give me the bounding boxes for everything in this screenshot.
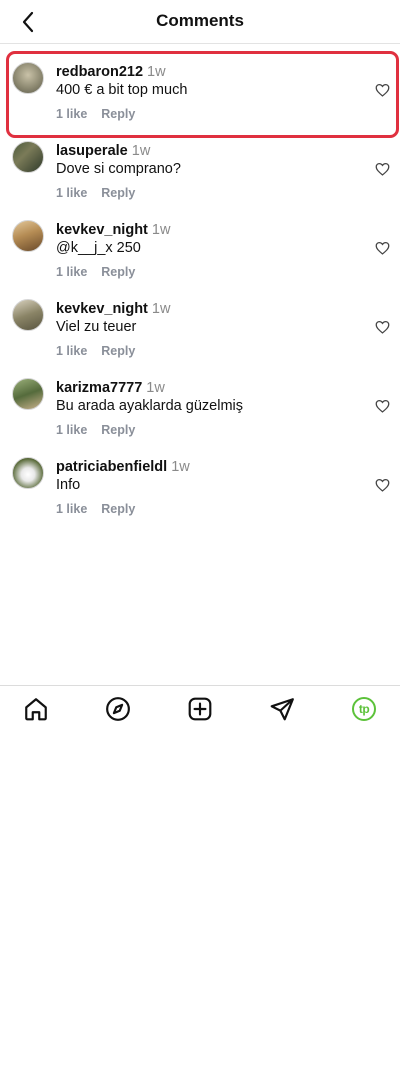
comment-header: kevkev_night 1w [56, 301, 170, 317]
comment-meta: 1 like Reply [56, 423, 135, 437]
comment-item: patriciabenfieldl 1w Info 1 like Reply [0, 439, 400, 518]
like-count[interactable]: 1 like [56, 344, 87, 358]
avatar[interactable] [12, 378, 44, 410]
comment-meta: 1 like Reply [56, 344, 135, 358]
comment-item: kevkev_night 1w Viel zu teuer 1 like Reply [0, 281, 400, 360]
heart-icon [375, 241, 389, 255]
comment-meta: 1 like Reply [56, 502, 135, 516]
timestamp: 1w [146, 380, 165, 396]
compass-icon [106, 697, 130, 721]
avatar[interactable] [12, 220, 44, 252]
comment-header: karizma7777 1w [56, 380, 165, 396]
heart-icon [375, 320, 389, 334]
comment-item: karizma7777 1w Bu arada ayaklarda güzelmi… [0, 360, 400, 439]
avatar[interactable] [12, 299, 44, 331]
comment-item: redbaron212 1w 400 € a bit top much 1 lik… [0, 44, 400, 138]
comment-text: Dove si comprano? [56, 161, 181, 177]
bottom-tab-bar: tp [0, 685, 400, 730]
reply-button[interactable]: Reply [101, 423, 135, 437]
comment-list: redbaron212 1w 400 € a bit top much 1 lik… [0, 44, 400, 518]
reply-button[interactable]: Reply [101, 186, 135, 200]
like-count[interactable]: 1 like [56, 423, 87, 437]
timestamp: 1w [151, 301, 171, 317]
avatar[interactable] [12, 141, 44, 173]
tab-profile[interactable]: tp [349, 694, 379, 724]
like-button[interactable] [372, 159, 392, 179]
like-count[interactable]: 1 like [56, 265, 87, 279]
comment-item: lasuperale 1w Dove si comprano? 1 like Rep… [0, 123, 400, 202]
home-icon [25, 698, 47, 721]
comment-text: Viel zu teuer [56, 319, 137, 335]
reply-button[interactable]: Reply [101, 502, 135, 516]
like-button[interactable] [372, 475, 392, 495]
reply-button[interactable]: Reply [101, 107, 135, 121]
like-button[interactable] [372, 396, 392, 416]
timestamp: 1w [151, 222, 171, 238]
like-count[interactable]: 1 like [56, 186, 87, 200]
avatar[interactable] [12, 457, 44, 489]
comment-meta: 1 like Reply [56, 107, 135, 121]
comment-meta: 1 like Reply [56, 265, 135, 279]
comment-header: patriciabenfieldl 1w [56, 459, 190, 475]
comment-header: redbaron212 1w [56, 64, 166, 80]
profile-icon: tp [352, 697, 376, 721]
username[interactable]: redbaron212 [56, 64, 143, 80]
plus-square-icon [188, 697, 212, 721]
reply-button[interactable]: Reply [101, 344, 135, 358]
avatar[interactable] [12, 62, 44, 94]
username[interactable]: kevkev_night [56, 222, 148, 238]
timestamp: 1w [147, 64, 166, 80]
username[interactable]: lasuperale [56, 143, 128, 159]
like-count[interactable]: 1 like [56, 107, 87, 121]
comment-text: Bu arada ayaklarda güzelmiş [56, 398, 243, 414]
like-button[interactable] [372, 238, 392, 258]
timestamp: 1w [131, 143, 151, 159]
reply-button[interactable]: Reply [101, 265, 135, 279]
username[interactable]: kevkev_night [56, 301, 148, 317]
tab-explore[interactable] [103, 694, 133, 724]
page-title: Comments [156, 11, 244, 30]
tab-direct[interactable] [267, 694, 297, 724]
comment-item: kevkev_night 1w @k__j_x 250 1 like Reply [0, 202, 400, 281]
comment-header: lasuperale 1w [56, 143, 150, 159]
heart-icon [375, 399, 389, 413]
username[interactable]: karizma7777 [56, 380, 142, 396]
tab-new-post[interactable] [185, 694, 215, 724]
like-count[interactable]: 1 like [56, 502, 87, 516]
heart-icon [375, 162, 389, 176]
header: Comments [0, 0, 400, 44]
comment-text: @k__j_x 250 [56, 240, 141, 256]
heart-icon [375, 478, 389, 492]
username[interactable]: patriciabenfieldl [56, 459, 167, 475]
timestamp: 1w [171, 459, 190, 475]
tab-home[interactable] [21, 694, 51, 724]
comment-text: 400 € a bit top much [56, 82, 188, 98]
comment-header: kevkev_night 1w [56, 222, 170, 238]
like-button[interactable] [372, 80, 392, 100]
comment-text: Info [56, 477, 81, 493]
heart-icon [375, 83, 389, 97]
send-icon [270, 698, 294, 721]
like-button[interactable] [372, 317, 392, 337]
comment-meta: 1 like Reply [56, 186, 135, 200]
